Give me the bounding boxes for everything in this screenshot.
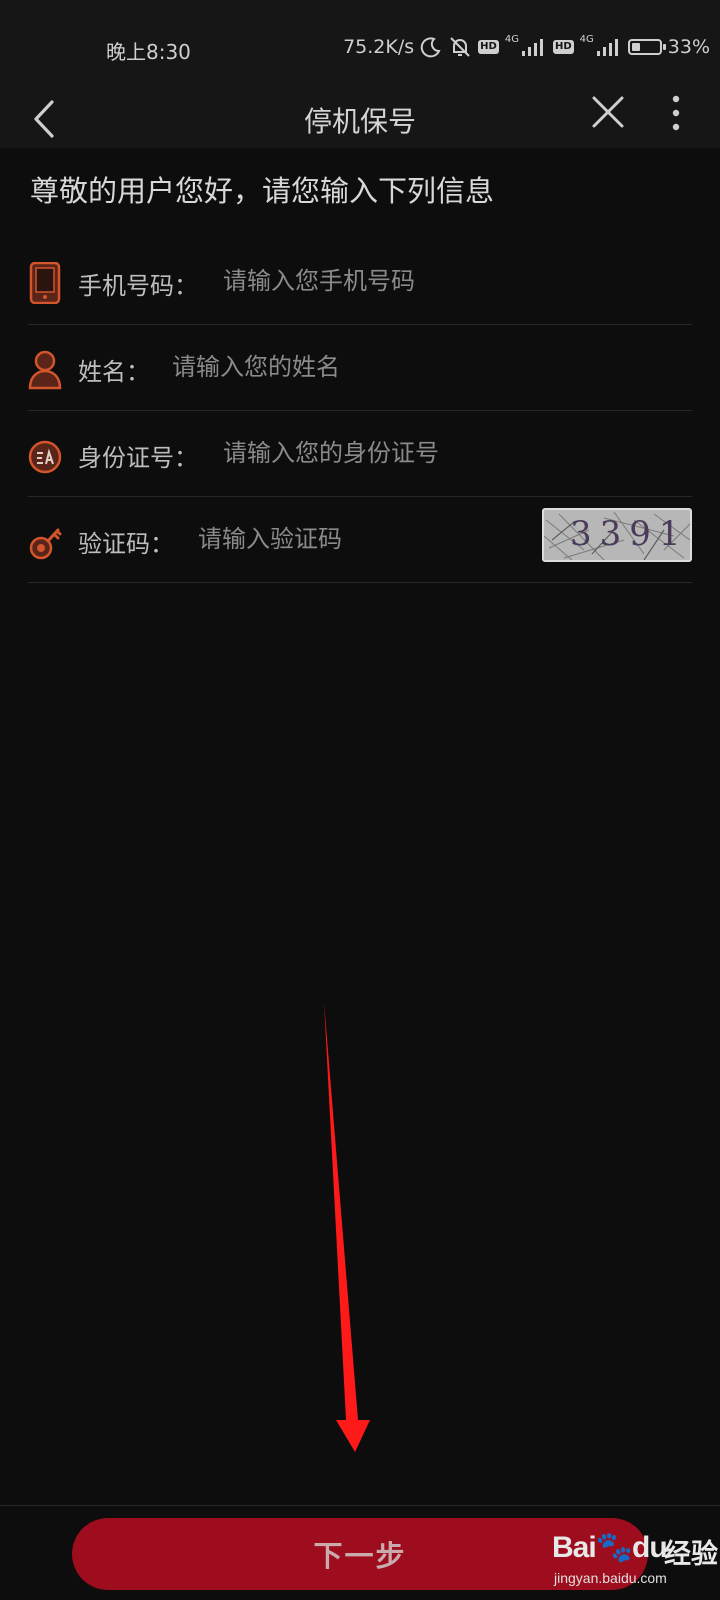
mute-bell-icon bbox=[448, 35, 472, 59]
name-row: 姓名： bbox=[28, 324, 692, 411]
signal-icon bbox=[596, 37, 622, 57]
annotation-arrow bbox=[324, 1002, 370, 1452]
battery-icon bbox=[627, 39, 666, 55]
phone-input[interactable] bbox=[223, 264, 683, 298]
baidu-jingyan-watermark: Bai🐾du 经验 jingyan.baidu.com bbox=[548, 1522, 718, 1588]
phone-label: 手机号码： bbox=[78, 272, 198, 300]
captcha-text: 3391 bbox=[570, 514, 689, 554]
phone-row: 手机号码： bbox=[28, 238, 692, 325]
watermark-url: jingyan.baidu.com bbox=[554, 1570, 667, 1586]
id-row: 身份证号： bbox=[28, 410, 692, 497]
status-bar: 晚上8:30 75.2K/s HD 4G HD 4G 33% bbox=[0, 0, 720, 90]
sim2-net: 4G bbox=[579, 33, 594, 45]
sim1-hd-badge: HD bbox=[478, 40, 499, 54]
sim1-net: 4G bbox=[504, 33, 519, 45]
footer-divider bbox=[0, 1505, 720, 1506]
id-label: 身份证号： bbox=[78, 444, 198, 472]
watermark-logo: Bai🐾du bbox=[552, 1531, 668, 1564]
status-icons: 75.2K/s HD 4G HD 4G 33% bbox=[343, 34, 710, 60]
phone-icon bbox=[28, 261, 62, 305]
name-label: 姓名： bbox=[78, 358, 150, 386]
sim2-hd-badge: HD bbox=[552, 40, 574, 54]
net-speed: 75.2K/s bbox=[343, 36, 415, 58]
more-vertical-icon[interactable] bbox=[662, 90, 690, 140]
battery-percent: 33% bbox=[667, 36, 710, 58]
nav-bar: 停机保号 bbox=[0, 90, 720, 148]
id-input[interactable] bbox=[223, 436, 683, 470]
battery-fill bbox=[631, 43, 641, 51]
close-icon[interactable] bbox=[588, 92, 628, 132]
id-card-icon bbox=[28, 434, 62, 476]
watermark-brand: 经验 bbox=[664, 1539, 718, 1570]
form-greeting: 尊敬的用户您好，请您输入下列信息 bbox=[30, 174, 495, 208]
key-icon bbox=[28, 520, 62, 562]
captcha-label: 验证码： bbox=[78, 530, 174, 558]
name-input[interactable] bbox=[172, 350, 682, 384]
status-time: 晚上8:30 bbox=[106, 40, 191, 64]
signal-icon bbox=[521, 37, 547, 57]
captcha-input[interactable] bbox=[198, 522, 518, 556]
user-icon bbox=[28, 348, 62, 390]
moon-icon bbox=[420, 36, 442, 58]
captcha-row: 验证码： 3391 bbox=[28, 496, 692, 583]
captcha-image[interactable]: 3391 bbox=[542, 508, 692, 562]
